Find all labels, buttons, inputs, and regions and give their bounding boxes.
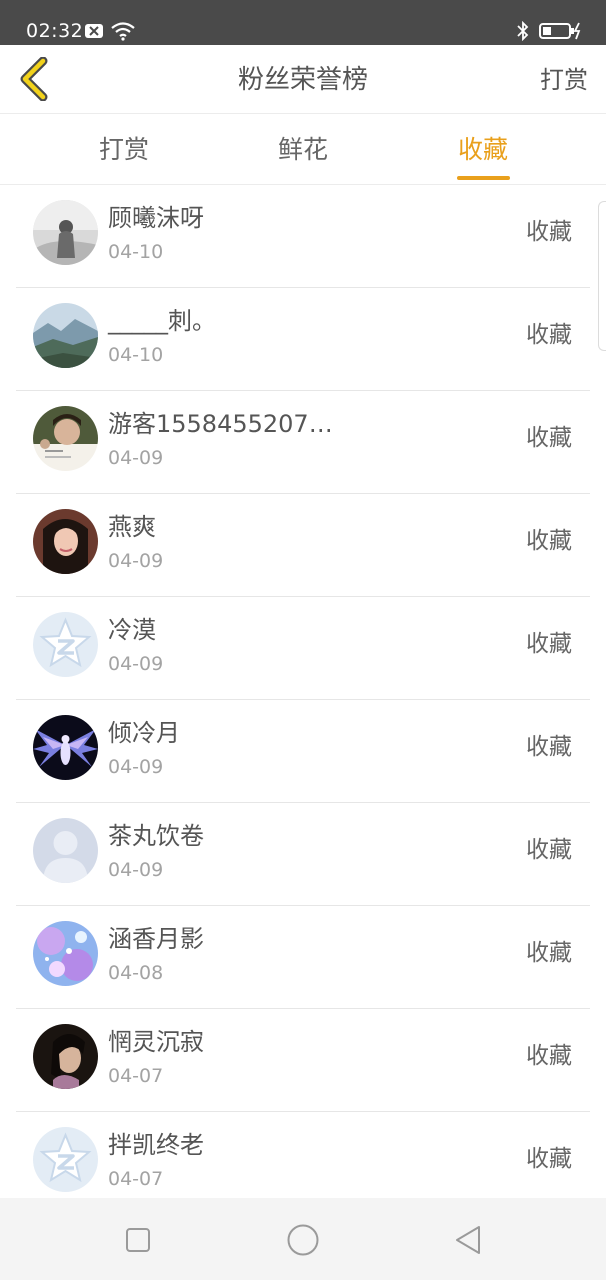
- fan-action-label: 收藏: [526, 322, 572, 348]
- list-item[interactable]: 倾冷月 04-09 收藏: [16, 701, 590, 803]
- active-tab-indicator: [457, 176, 510, 180]
- avatar: [33, 1024, 98, 1089]
- fan-name: 惘灵沉寂: [108, 1028, 204, 1056]
- fan-name: 茶丸饮卷: [108, 822, 204, 850]
- fan-date: 04-09: [108, 550, 164, 572]
- fan-date: 04-07: [108, 1065, 164, 1087]
- fan-action-label: 收藏: [526, 940, 572, 966]
- battery-charging-icon: [538, 19, 584, 43]
- fan-name: 拌凯终老: [108, 1131, 204, 1159]
- fan-name: _____刺。: [108, 307, 216, 335]
- fan-action-label: 收藏: [526, 631, 572, 657]
- fan-date: 04-09: [108, 447, 164, 469]
- list-item[interactable]: 茶丸饮卷 04-09 收藏: [16, 804, 590, 906]
- fan-action-label: 收藏: [526, 425, 572, 451]
- list-item[interactable]: 拌凯终老 04-07 收藏: [16, 1113, 590, 1198]
- fan-date: 04-09: [108, 859, 164, 881]
- system-nav-bar: [0, 1198, 606, 1280]
- fan-date: 04-09: [108, 756, 164, 778]
- fan-date: 04-09: [108, 653, 164, 675]
- home-button[interactable]: [283, 1220, 323, 1260]
- list-item[interactable]: 游客1558455207… 04-09 收藏: [16, 392, 590, 494]
- avatar: [33, 406, 98, 471]
- fan-name: 倾冷月: [108, 719, 180, 747]
- avatar: [33, 1127, 98, 1192]
- app-header: 粉丝荣誉榜 打赏: [0, 45, 606, 114]
- list-item[interactable]: 燕爽 04-09 收藏: [16, 495, 590, 597]
- fan-date: 04-10: [108, 241, 164, 263]
- avatar: [33, 509, 98, 574]
- fan-action-label: 收藏: [526, 528, 572, 554]
- status-time: 02:32: [26, 20, 84, 42]
- tab-reward[interactable]: 打赏: [64, 133, 184, 167]
- list-item[interactable]: 惘灵沉寂 04-07 收藏: [16, 1010, 590, 1112]
- reward-button[interactable]: 打赏: [540, 63, 588, 97]
- fan-date: 04-08: [108, 962, 164, 984]
- fan-action-label: 收藏: [526, 1043, 572, 1069]
- list-item[interactable]: _____刺。 04-10 收藏: [16, 289, 590, 391]
- fan-name: 燕爽: [108, 513, 156, 541]
- fan-name: 顾曦沫呀: [108, 204, 204, 232]
- page-title: 粉丝荣誉榜: [237, 65, 368, 95]
- home-circle-icon: [287, 1224, 319, 1256]
- avatar: [33, 200, 98, 265]
- tab-flowers[interactable]: 鲜花: [243, 133, 363, 167]
- avatar: [33, 921, 98, 986]
- notification-x-icon: [84, 19, 104, 43]
- wifi-icon: [110, 19, 136, 43]
- fan-list[interactable]: 顾曦沫呀 04-10 收藏 _____刺。 04-10 收藏 游客1558455…: [0, 186, 606, 1198]
- bluetooth-icon: [514, 19, 532, 43]
- back-nav-button[interactable]: [448, 1220, 488, 1260]
- tab-favorites[interactable]: 收藏: [423, 133, 543, 167]
- recents-square-icon: [126, 1228, 150, 1252]
- avatar: [33, 303, 98, 368]
- fan-date: 04-07: [108, 1168, 164, 1190]
- back-triangle-icon: [456, 1226, 480, 1254]
- scrollbar-thumb[interactable]: [598, 201, 606, 351]
- fan-date: 04-10: [108, 344, 164, 366]
- fan-action-label: 收藏: [526, 219, 572, 245]
- avatar: [33, 715, 98, 780]
- recents-button[interactable]: [118, 1220, 158, 1260]
- fan-action-label: 收藏: [526, 734, 572, 760]
- fan-name: 游客1558455207…: [108, 410, 333, 438]
- tab-bar: 打赏 鲜花 收藏: [0, 115, 606, 185]
- avatar: [33, 612, 98, 677]
- list-item[interactable]: 冷漠 04-09 收藏: [16, 598, 590, 700]
- fan-name: 冷漠: [108, 616, 156, 644]
- fan-name: 涵香月影: [108, 925, 204, 953]
- list-item[interactable]: 涵香月影 04-08 收藏: [16, 907, 590, 1009]
- fan-action-label: 收藏: [526, 1146, 572, 1172]
- list-item[interactable]: 顾曦沫呀 04-10 收藏: [16, 186, 590, 288]
- status-bar: 02:32: [0, 0, 606, 45]
- fan-action-label: 收藏: [526, 837, 572, 863]
- avatar: [33, 818, 98, 883]
